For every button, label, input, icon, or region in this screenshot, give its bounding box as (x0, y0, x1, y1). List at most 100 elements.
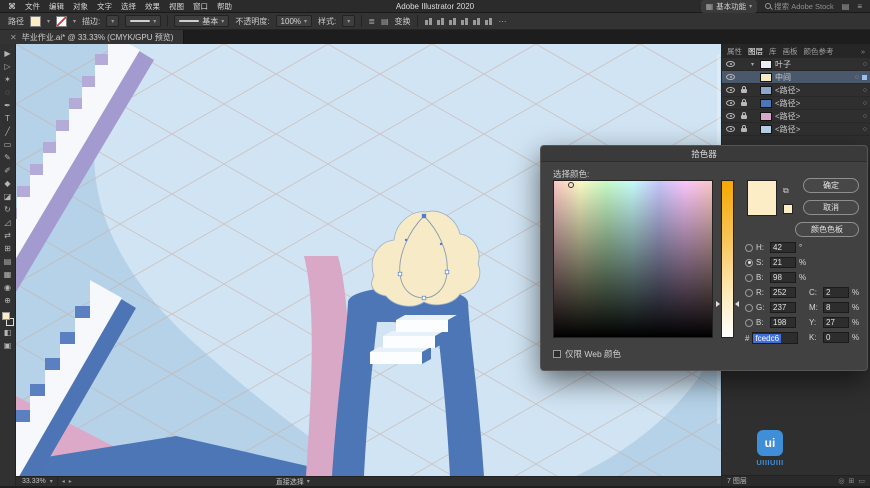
free-transform-tool[interactable]: ⊞ (0, 242, 15, 255)
type-tool[interactable]: T (0, 112, 15, 125)
menu-help[interactable]: 帮助 (217, 1, 232, 12)
stroke-color-swatch[interactable] (56, 15, 68, 27)
align-left-icon[interactable] (423, 16, 433, 26)
document-setup-icon[interactable]: ≣ (368, 17, 375, 26)
drawing-mode-icon[interactable]: ◧ (0, 326, 15, 339)
shaper-tool[interactable]: ◆ (0, 177, 15, 190)
layer-row[interactable]: <路径> ○ (722, 97, 870, 110)
screen-mode-icon[interactable]: ▣ (0, 339, 15, 352)
tab-properties[interactable]: 属性 (727, 46, 742, 57)
menu-select[interactable]: 选择 (121, 1, 136, 12)
new-layer-icon[interactable]: ⊞ (849, 477, 855, 485)
layer-row-selected[interactable]: 中间 ○ (722, 71, 870, 84)
direct-selection-tool[interactable]: ▷ (0, 60, 15, 73)
stroke-weight-dropdown[interactable]: ▾ (106, 15, 120, 27)
menu-window[interactable]: 窗口 (193, 1, 208, 12)
align-top-icon[interactable] (459, 16, 469, 26)
status-chevron-icon[interactable]: ▾ (307, 478, 310, 485)
artboard-nav-next-icon[interactable]: ▸ (69, 478, 72, 485)
menu-effect[interactable]: 效果 (145, 1, 160, 12)
color-field-marker[interactable] (568, 182, 574, 188)
document-tab[interactable]: ✕ 毕业作业.ai* @ 33.33% (CMYK/GPU 预览) (0, 30, 185, 44)
menu-type[interactable]: 文字 (97, 1, 112, 12)
visibility-eye-icon[interactable] (726, 61, 735, 67)
b-radio[interactable] (745, 273, 753, 282)
h-radio[interactable] (745, 243, 753, 252)
ok-button[interactable]: 确定 (803, 178, 859, 193)
visibility-eye-icon[interactable] (726, 74, 735, 80)
lock-icon[interactable] (740, 112, 747, 119)
layer-row[interactable]: <路径> ○ (722, 123, 870, 136)
lock-icon[interactable] (740, 125, 747, 132)
opacity-dropdown[interactable]: 100% ▾ (275, 15, 313, 27)
artboard-nav-prev-icon[interactable]: ◂ (62, 478, 65, 485)
h-value-field[interactable]: 42 (770, 242, 796, 253)
anchor-point[interactable] (421, 295, 427, 301)
layer-row[interactable]: <路径> ○ (722, 110, 870, 123)
fill-indicator[interactable] (1, 312, 10, 320)
expand-caret-icon[interactable]: ▾ (751, 61, 757, 68)
zoom-chevron-icon[interactable]: ▾ (50, 478, 53, 485)
workspace-switcher[interactable]: ▦ 基本功能 ▾ (700, 0, 758, 13)
panel-collapse-icon[interactable]: » (861, 47, 865, 56)
m-value-field[interactable]: 8 (823, 302, 849, 313)
b2-radio[interactable] (745, 318, 753, 327)
anchor-point-selected[interactable] (421, 213, 427, 219)
brush-dropdown[interactable]: 基本 ▾ (174, 15, 230, 27)
menu-object[interactable]: 对象 (73, 1, 88, 12)
color-picker-titlebar[interactable]: 拾色器 (541, 146, 867, 162)
web-only-checkbox[interactable] (553, 350, 561, 358)
mesh-tool[interactable]: ▦ (0, 268, 15, 281)
path-point[interactable] (404, 238, 408, 242)
visibility-eye-icon[interactable] (726, 113, 735, 119)
hex-value-field[interactable]: fcedc6 (752, 332, 799, 344)
slider-handle-right-icon[interactable] (735, 301, 739, 307)
visibility-eye-icon[interactable] (726, 126, 735, 132)
g-radio[interactable] (745, 303, 753, 312)
k-value-field[interactable]: 0 (823, 332, 849, 343)
scale-tool[interactable]: ◿ (0, 216, 15, 229)
target-circle-icon[interactable]: ○ (863, 61, 867, 68)
selection-tool[interactable]: ▶ (0, 47, 15, 60)
lock-icon[interactable] (740, 99, 747, 106)
layer-row[interactable]: <路径> ○ (722, 84, 870, 97)
more-options-icon[interactable]: ⋯ (499, 17, 507, 26)
menu-view[interactable]: 视图 (169, 1, 184, 12)
paintbrush-tool[interactable]: ✎ (0, 151, 15, 164)
align-middle-icon[interactable] (471, 16, 481, 26)
lasso-tool[interactable]: ◌ (0, 86, 15, 99)
path-point[interactable] (439, 242, 443, 246)
gamut-color-swatch[interactable] (783, 204, 793, 214)
arrange-docs-icon[interactable]: ▤ (842, 2, 850, 11)
lock-icon[interactable] (740, 86, 747, 93)
target-circle-icon[interactable]: ○ (863, 113, 867, 120)
y-value-field[interactable]: 27 (823, 317, 849, 328)
layer-name[interactable]: <路径> (775, 98, 860, 109)
align-right-icon[interactable] (447, 16, 457, 26)
b2-value-field[interactable]: 198 (770, 317, 796, 328)
tab-artboards[interactable]: 画板 (783, 46, 798, 57)
layer-row[interactable]: ▾ 叶子 ○ (722, 58, 870, 71)
eraser-tool[interactable]: ◪ (0, 190, 15, 203)
fill-chevron-icon[interactable]: ▾ (47, 18, 50, 25)
stock-search-input[interactable]: 搜索 Adobe Stock (765, 1, 834, 12)
apple-menu-icon[interactable]: ⌘ (8, 2, 16, 11)
r-value-field[interactable]: 252 (770, 287, 796, 298)
zoom-level[interactable]: 33.33% (22, 478, 46, 485)
b-value-field[interactable]: 98 (770, 272, 796, 283)
target-circle-icon[interactable]: ○ (863, 126, 867, 133)
menu-list-icon[interactable]: ≡ (857, 2, 862, 11)
visibility-eye-icon[interactable] (726, 87, 735, 93)
preferences-icon[interactable]: ▤ (381, 17, 389, 26)
anchor-point[interactable] (397, 271, 403, 277)
line-segment-tool[interactable]: ╱ (0, 125, 15, 138)
hue-slider[interactable] (721, 180, 734, 338)
blend-tool[interactable]: ◉ (0, 281, 15, 294)
fill-color-swatch[interactable] (30, 15, 41, 27)
rectangle-tool[interactable]: ▭ (0, 138, 15, 151)
c-value-field[interactable]: 2 (823, 287, 849, 298)
align-bottom-icon[interactable] (483, 16, 493, 26)
gradient-tool[interactable]: ▤ (0, 255, 15, 268)
anchor-point[interactable] (444, 269, 450, 275)
style-dropdown[interactable]: ▾ (342, 15, 356, 27)
